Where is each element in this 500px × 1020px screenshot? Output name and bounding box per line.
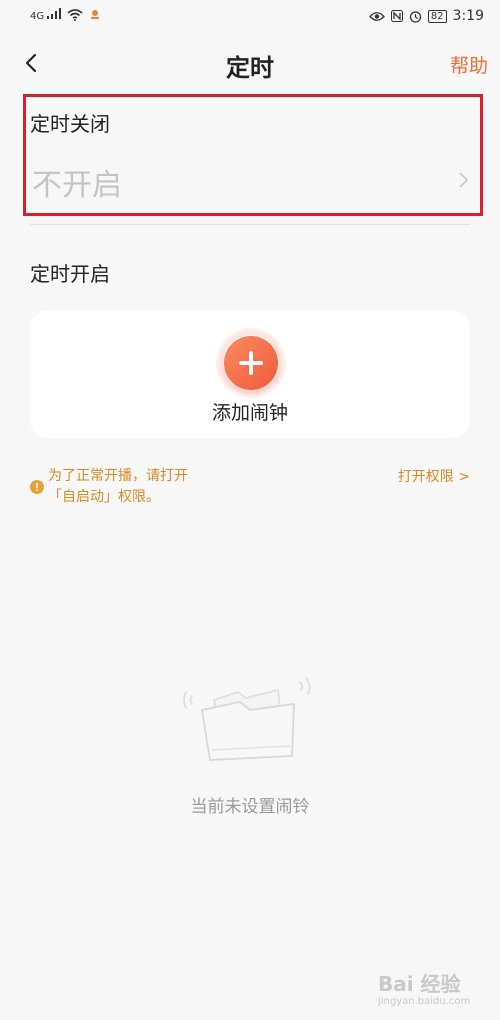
add-alarm-card[interactable]: 添加闹钟 — [30, 310, 470, 438]
notice-line-2: 「自启动」权限。 — [48, 489, 160, 505]
battery-icon: 82 — [427, 9, 447, 23]
info-icon — [30, 480, 44, 494]
app-notification-icon — [91, 10, 100, 19]
help-link[interactable]: 帮助 — [450, 51, 488, 78]
open-permission-link[interactable]: 打开权限 > — [398, 466, 470, 486]
wifi-icon — [67, 9, 83, 21]
watermark-sub: jingyan.baidu.com — [378, 996, 471, 1007]
battery-level: 82 — [430, 10, 444, 22]
nfc-icon — [390, 10, 403, 22]
notice-line-1: 为了正常开播，请打开 — [48, 468, 188, 484]
add-alarm-button[interactable] — [216, 328, 286, 398]
timer-on-label: 定时开启 — [30, 262, 110, 286]
empty-folder-icon — [183, 677, 311, 761]
notice-text: 为了正常开播，请打开 「自启动」权限。 — [48, 466, 188, 508]
plus-icon — [239, 351, 263, 375]
nav-bar: 定时 帮助 — [0, 38, 500, 88]
status-time: 3:19 — [452, 8, 484, 24]
timer-off-label: 定时关闭 — [30, 112, 110, 136]
timer-off-setting[interactable]: 不开启 — [30, 156, 470, 206]
watermark: Bai 经验 jingyan.baidu.com — [378, 968, 470, 1018]
page-title: 定时 — [226, 54, 274, 82]
chevron-right-icon — [459, 172, 469, 188]
alarm-icon — [409, 10, 421, 23]
timer-off-value: 不开启 — [32, 168, 122, 203]
status-right: 82 3:19 — [368, 8, 484, 24]
status-bar: 4G 82 3:19 — [0, 0, 500, 34]
watermark-main: Bai 经验 — [378, 972, 461, 996]
network-label: 4G — [30, 11, 45, 22]
eye-icon — [368, 11, 385, 21]
status-left: 4G — [30, 8, 101, 22]
empty-state-text: 当前未设置闹铃 — [190, 797, 310, 817]
add-alarm-label: 添加闹钟 — [211, 402, 288, 424]
signal-icon: 4G — [30, 8, 62, 22]
divider — [30, 224, 470, 225]
